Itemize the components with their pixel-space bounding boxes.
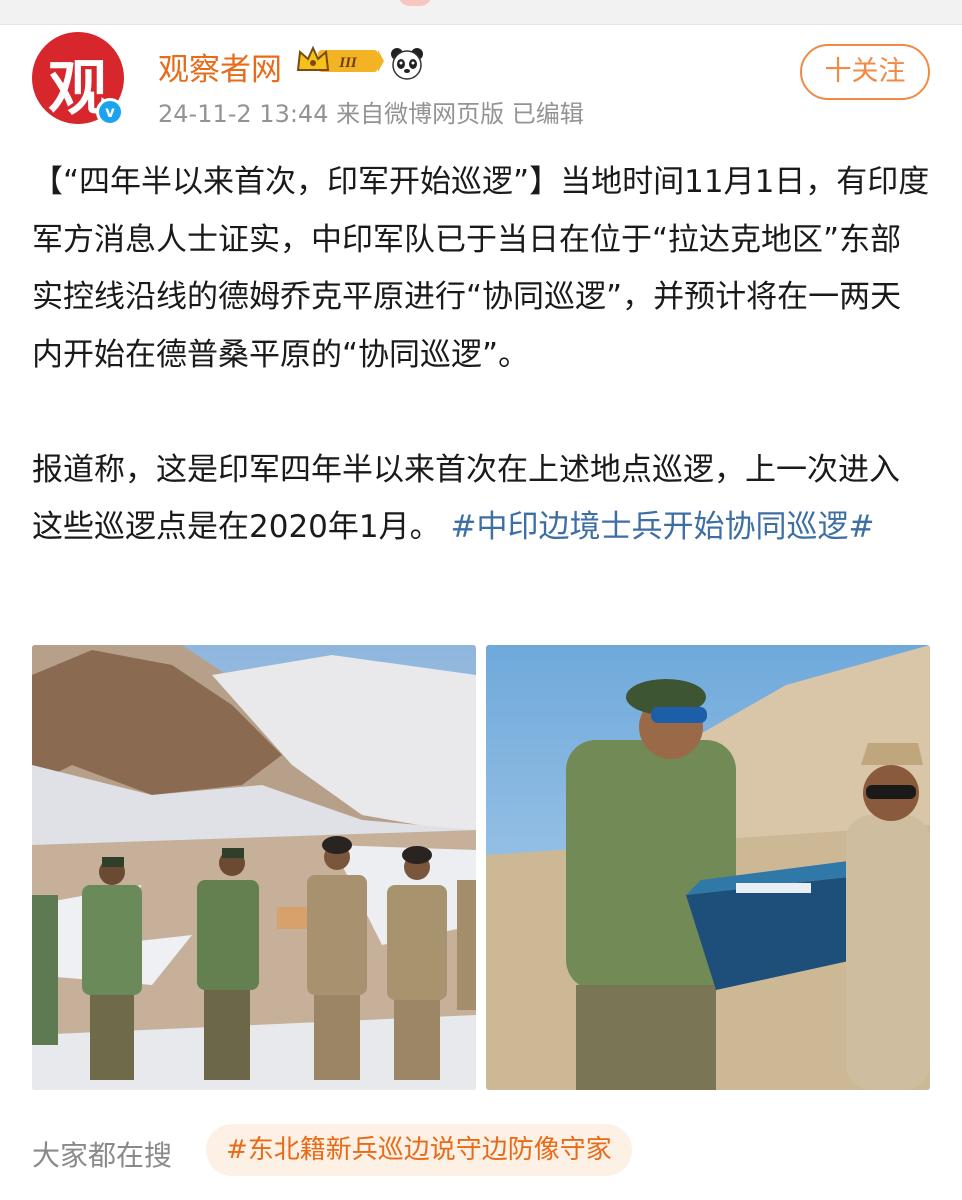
post-paragraph-2: 报道称，这是印军四年半以来首次在上述地点巡逻，上一次进入这些巡逻点是在2020年… (32, 442, 930, 557)
post-image-2[interactable] (486, 645, 930, 1090)
vip-level-text: III (338, 55, 358, 71)
panda-icon (391, 48, 423, 80)
post-meta: 24-11-2 13:44 来自微博网页版 已编辑 (158, 100, 584, 128)
crown-vip-badge-icon[interactable]: III (296, 44, 384, 78)
search-label: 大家都在搜 (32, 1139, 173, 1172)
topic-link[interactable]: #中印边境士兵开始协同巡逻# (450, 509, 874, 545)
trending-search-pill[interactable]: #东北籍新兵巡边说守边防像守家 (206, 1124, 632, 1176)
post-paragraph-1: 【“四年半以来首次，印军开始巡逻”】当地时间11月1日，有印度军方消息人士证实，… (32, 164, 930, 373)
post-image-1[interactable] (32, 645, 476, 1090)
top-indicator (398, 0, 432, 6)
follow-button[interactable]: 十关注 (800, 44, 930, 100)
username[interactable]: 观察者网 (158, 44, 282, 89)
top-strip (0, 0, 962, 25)
post-body: 【“四年半以来首次，印军开始巡逻”】当地时间11月1日，有印度军方消息人士证实，… (32, 154, 930, 557)
verified-badge-icon: v (96, 98, 124, 126)
